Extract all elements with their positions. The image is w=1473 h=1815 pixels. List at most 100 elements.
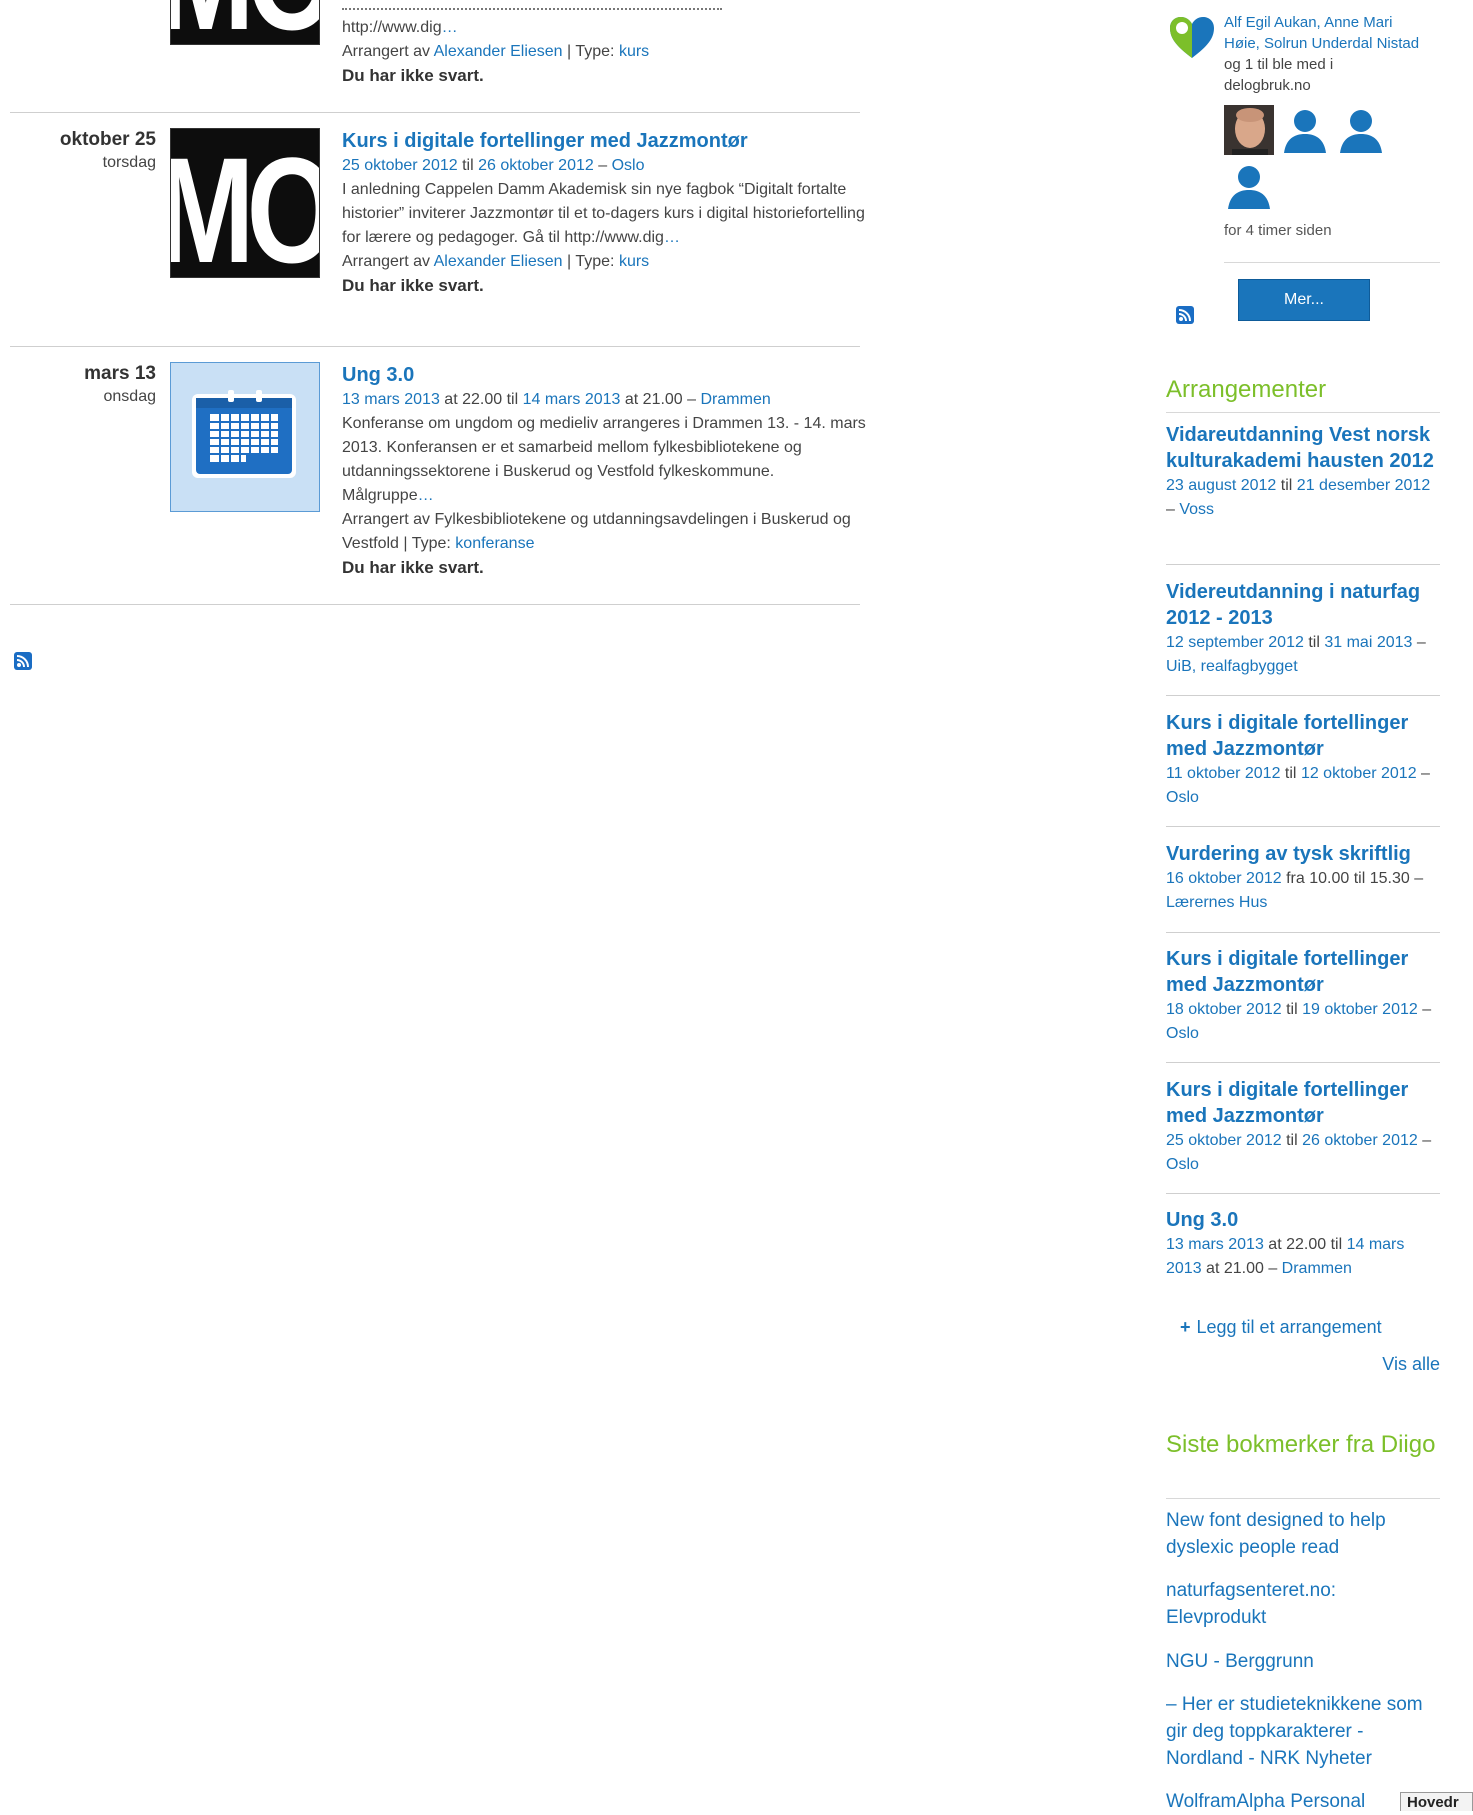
location-link[interactable]: Drammen xyxy=(701,391,771,408)
event-title-link[interactable]: Kurs i digitale fortellinger med Jazzmon… xyxy=(342,128,870,154)
location-link[interactable]: Oslo xyxy=(1166,1025,1199,1042)
start-date-link[interactable]: 23 august 2012 xyxy=(1166,477,1276,494)
sidebar-event-meta: 13 mars 2013 at 22.00 til 14 mars 2013 a… xyxy=(1166,1236,1405,1277)
sidebar-event-title-link[interactable]: Ung 3.0 xyxy=(1166,1207,1436,1233)
bookmark-link[interactable]: – Her er studieteknikkene som gir deg to… xyxy=(1166,1691,1440,1772)
event-date-day: mars 13 xyxy=(84,363,156,384)
sidebar-event-meta: 12 september 2012 til 31 mai 2013 – UiB,… xyxy=(1166,634,1426,675)
type-link[interactable]: konferanse xyxy=(455,535,534,552)
rss-feed-link[interactable] xyxy=(1176,306,1194,324)
divider xyxy=(1224,262,1440,263)
more-button[interactable]: Mer... xyxy=(1238,279,1370,321)
rss-icon xyxy=(16,655,29,668)
sidebar-event-meta: 11 oktober 2012 til 12 oktober 2012 – Os… xyxy=(1166,765,1430,806)
arrangementer-heading: Arrangementer xyxy=(1166,376,1327,403)
add-event-link[interactable]: + Legg til et arrangement xyxy=(1180,1315,1382,1339)
rsvp-status: Du har ikke svart. xyxy=(342,558,484,577)
plus-icon: + xyxy=(1180,1317,1191,1337)
rsvp-status: Du har ikke svart. xyxy=(342,276,484,295)
sidebar-event-meta: 23 august 2012 til 21 desember 2012 – Vo… xyxy=(1166,477,1431,518)
event-date-day: oktober 25 xyxy=(59,129,156,150)
divider xyxy=(1166,826,1440,827)
user-silhouette-icon xyxy=(1340,110,1382,153)
divider xyxy=(1166,412,1440,413)
calendar-icon xyxy=(192,390,296,478)
location-link[interactable]: Lærernes Hus xyxy=(1166,894,1267,911)
start-date-link[interactable]: 13 mars 2013 xyxy=(342,391,440,408)
avatar[interactable] xyxy=(1280,105,1330,155)
event-when-where: 13 mars 2013 at 22.00 til 14 mars 2013 a… xyxy=(342,391,771,408)
event-when-where: 25 oktober 2012 til 26 oktober 2012 – Os… xyxy=(342,157,645,174)
event-thumbnail[interactable] xyxy=(170,362,320,512)
location-link[interactable]: Oslo xyxy=(1166,1156,1199,1173)
divider xyxy=(1166,1498,1440,1499)
thumbnail-text: MON xyxy=(171,135,319,277)
start-date-link[interactable]: 12 september 2012 xyxy=(1166,634,1304,651)
start-date-link[interactable]: 25 oktober 2012 xyxy=(1166,1132,1282,1149)
end-date-link[interactable]: 26 oktober 2012 xyxy=(1302,1132,1418,1149)
divider xyxy=(1166,1193,1440,1194)
start-date-link[interactable]: 11 oktober 2012 xyxy=(1166,765,1280,782)
main-menu-tab[interactable]: Hovedr xyxy=(1400,1792,1473,1811)
avatar[interactable] xyxy=(1224,105,1274,155)
sidebar-event-title-link[interactable]: Vurdering av tysk skriftlig xyxy=(1166,841,1436,867)
bookmark-link[interactable]: NGU - Berggrunn xyxy=(1166,1648,1440,1675)
start-date-link[interactable]: 13 mars 2013 xyxy=(1166,1236,1264,1253)
activity-members-link[interactable]: Alf Egil Aukan, Anne Mari Høie, Solrun U… xyxy=(1224,14,1419,52)
sidebar-event: Kurs i digitale fortellinger med Jazzmon… xyxy=(1166,710,1436,810)
end-date-link[interactable]: 31 mai 2013 xyxy=(1324,634,1412,651)
read-more-link[interactable]: … xyxy=(442,19,458,36)
event-title-link[interactable]: Ung 3.0 xyxy=(342,362,870,388)
event-organizer-line: Arrangert av Alexander Eliesen | Type: k… xyxy=(342,253,650,270)
activity-text: Alf Egil Aukan, Anne Mari Høie, Solrun U… xyxy=(1224,14,1420,94)
divider xyxy=(10,112,860,113)
rss-feed-link[interactable] xyxy=(14,652,32,670)
sidebar-event: Vurdering av tysk skriftlig 16 oktober 2… xyxy=(1166,841,1436,915)
thumbnail-text: MON xyxy=(171,0,319,44)
member-photo xyxy=(1224,105,1274,155)
event-thumbnail[interactable]: MON xyxy=(170,128,320,278)
rss-icon xyxy=(1178,309,1191,322)
sidebar-event-title-link[interactable]: Videreutdanning i naturfag 2012 - 2013 xyxy=(1166,579,1436,631)
avatar[interactable] xyxy=(1224,161,1274,211)
sidebar-event-title-link[interactable]: Kurs i digitale fortellinger med Jazzmon… xyxy=(1166,1077,1436,1129)
end-date-link[interactable]: 21 desember 2012 xyxy=(1297,477,1430,494)
sidebar-event-meta: 18 oktober 2012 til 19 oktober 2012 – Os… xyxy=(1166,1001,1432,1042)
cut-off-text xyxy=(342,8,722,12)
end-date-link[interactable]: 26 oktober 2012 xyxy=(478,157,594,174)
bookmark-link[interactable]: naturfagsenteret.no: Elevprodukt xyxy=(1166,1577,1440,1631)
divider xyxy=(1166,1062,1440,1063)
sidebar-event-title-link[interactable]: Kurs i digitale fortellinger med Jazzmon… xyxy=(1166,946,1436,998)
organizer-link[interactable]: Alexander Eliesen xyxy=(434,253,563,270)
divider xyxy=(10,346,860,347)
view-all-link[interactable]: Vis alle xyxy=(1300,1352,1440,1376)
location-link[interactable]: UiB, realfagbygget xyxy=(1166,658,1298,675)
organizer-link[interactable]: Alexander Eliesen xyxy=(434,43,563,60)
type-link[interactable]: kurs xyxy=(619,43,649,60)
read-more-link[interactable]: … xyxy=(664,229,680,246)
start-date-link[interactable]: 16 oktober 2012 xyxy=(1166,870,1282,887)
event-organizer-line: Arrangert av Fylkesbibliotekene og utdan… xyxy=(342,511,851,552)
end-date-link[interactable]: 14 mars 2013 xyxy=(523,391,621,408)
type-link[interactable]: kurs xyxy=(619,253,649,270)
sidebar-event-meta: 25 oktober 2012 til 26 oktober 2012 – Os… xyxy=(1166,1132,1432,1173)
divider xyxy=(10,604,860,605)
location-link[interactable]: Oslo xyxy=(612,157,645,174)
start-date-link[interactable]: 25 oktober 2012 xyxy=(342,157,458,174)
sidebar-event: Videreutdanning i naturfag 2012 - 2013 1… xyxy=(1166,579,1436,679)
event-thumbnail[interactable]: MON xyxy=(170,0,320,45)
read-more-link[interactable]: … xyxy=(418,487,434,504)
sidebar-event-title-link[interactable]: Kurs i digitale fortellinger med Jazzmon… xyxy=(1166,710,1436,762)
location-link[interactable]: Oslo xyxy=(1166,789,1199,806)
sidebar-event-title-link[interactable]: Vidareutdanning Vest norsk kulturakademi… xyxy=(1166,422,1436,474)
event-description: I anledning Cappelen Damm Akademisk sin … xyxy=(342,181,865,246)
event-organizer-line: Arrangert av Alexander Eliesen | Type: k… xyxy=(342,43,650,60)
start-date-link[interactable]: 18 oktober 2012 xyxy=(1166,1001,1282,1018)
location-link[interactable]: Drammen xyxy=(1282,1260,1352,1277)
avatar[interactable] xyxy=(1336,105,1386,155)
activity-time: for 4 timer siden xyxy=(1224,222,1332,239)
end-date-link[interactable]: 12 oktober 2012 xyxy=(1301,765,1417,782)
bookmark-link[interactable]: New font designed to help dyslexic peopl… xyxy=(1166,1507,1440,1561)
location-link[interactable]: Voss xyxy=(1179,501,1214,518)
end-date-link[interactable]: 19 oktober 2012 xyxy=(1302,1001,1418,1018)
